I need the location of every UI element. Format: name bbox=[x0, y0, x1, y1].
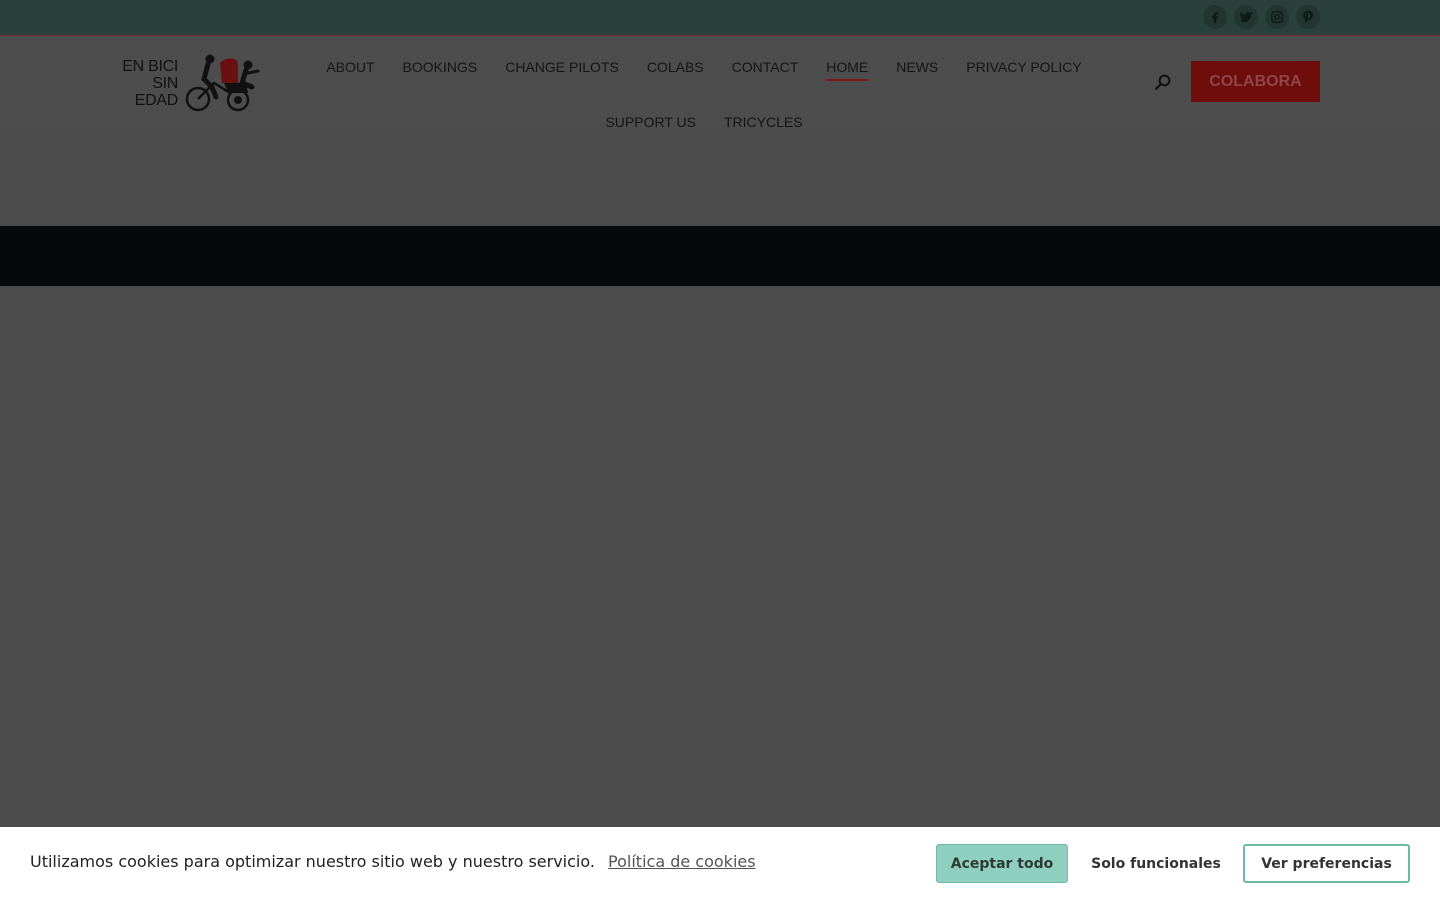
nav-item-contact[interactable]: CONTACT bbox=[718, 50, 813, 88]
hero-band bbox=[0, 226, 1440, 286]
nav-item-privacy-policy[interactable]: PRIVACY POLICY bbox=[952, 50, 1095, 88]
twitter-icon bbox=[1240, 11, 1253, 23]
nav-item-change-pilots[interactable]: CHANGE PILOTS bbox=[491, 50, 633, 88]
nav-item-about[interactable]: ABOUT bbox=[312, 50, 388, 88]
nav-item-colabs[interactable]: COLABS bbox=[633, 50, 718, 88]
nav-item-bookings[interactable]: BOOKINGS bbox=[389, 50, 492, 88]
view-preferences-button[interactable]: Ver preferencias bbox=[1243, 844, 1410, 883]
site-logo[interactable]: EN BICI SIN EDAD bbox=[120, 52, 260, 114]
cookie-banner: Utilizamos cookies para optimizar nuestr… bbox=[0, 827, 1440, 900]
pinterest-link[interactable] bbox=[1296, 5, 1320, 29]
nav-item-tricycles[interactable]: TRICYCLES bbox=[710, 105, 817, 143]
top-bar bbox=[0, 0, 1440, 36]
main-nav: ABOUT BOOKINGS CHANGE PILOTS COLABS CONT… bbox=[274, 50, 1134, 160]
instagram-icon bbox=[1271, 11, 1283, 23]
accept-all-button[interactable]: Aceptar todo bbox=[936, 844, 1068, 883]
facebook-icon bbox=[1212, 12, 1219, 24]
logo-text: EN BICI SIN EDAD bbox=[122, 57, 178, 109]
facebook-link[interactable] bbox=[1203, 5, 1227, 29]
pinterest-icon bbox=[1303, 10, 1313, 24]
social-links bbox=[1203, 5, 1320, 29]
cookie-policy-link[interactable]: Política de cookies bbox=[608, 852, 756, 871]
nav-item-news[interactable]: NEWS bbox=[882, 50, 952, 88]
search-icon bbox=[1155, 74, 1171, 90]
tricycle-logo-icon bbox=[185, 54, 260, 112]
search-button[interactable] bbox=[1152, 71, 1174, 93]
instagram-link[interactable] bbox=[1265, 5, 1289, 29]
twitter-link[interactable] bbox=[1234, 5, 1258, 29]
cookie-message: Utilizamos cookies para optimizar nuestr… bbox=[30, 852, 756, 871]
functional-only-button[interactable]: Solo funcionales bbox=[1078, 844, 1234, 883]
nav-item-support-us[interactable]: SUPPORT US bbox=[591, 105, 710, 143]
site-header: EN BICI SIN EDAD ABOUT BOOKINGS CHANGE P… bbox=[0, 36, 1440, 226]
colabora-button[interactable]: COLABORA bbox=[1191, 61, 1320, 102]
nav-item-home[interactable]: HOME bbox=[812, 50, 882, 88]
